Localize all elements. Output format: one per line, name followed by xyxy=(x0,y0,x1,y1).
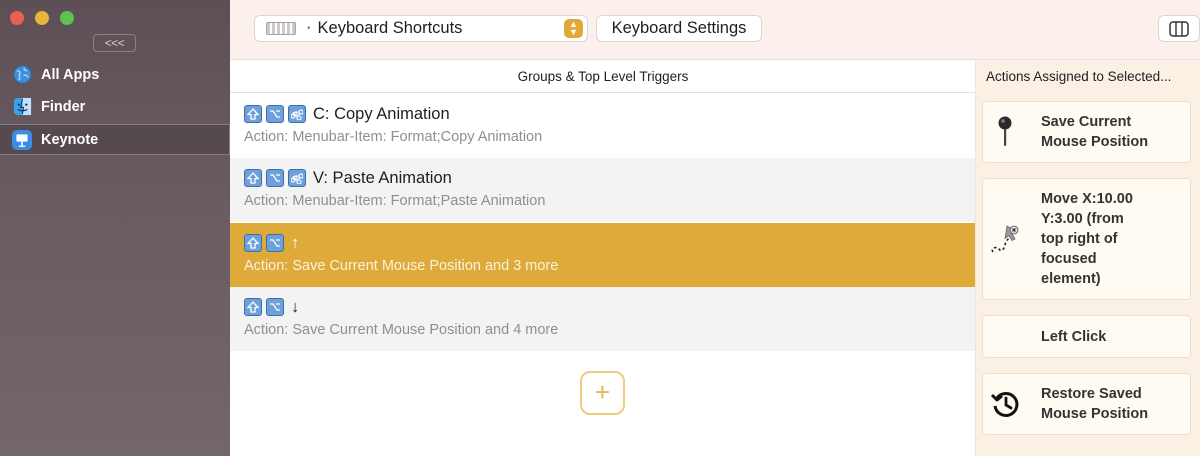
shift-key-icon xyxy=(244,298,262,316)
trigger-row-selected[interactable]: ↑ Action: Save Current Mouse Position an… xyxy=(230,223,976,287)
sidebar-item-label: Keynote xyxy=(41,131,99,148)
trigger-type-popup[interactable]: • Keyboard Shortcuts ▲ ▼ xyxy=(254,15,588,42)
collapse-sidebar-button[interactable]: <<< xyxy=(93,34,136,52)
history-icon xyxy=(983,389,1027,419)
actions-panel: Actions Assigned to Selected... Save Cur… xyxy=(975,61,1200,456)
trigger-title: ↑ xyxy=(291,233,300,252)
action-label: Left Click xyxy=(1041,328,1107,345)
trigger-action-summary: Action: Save Current Mouse Position and … xyxy=(244,322,559,338)
trigger-row[interactable]: V: Paste Animation Action: Menubar-Item:… xyxy=(230,158,976,222)
zoom-window-button[interactable] xyxy=(60,11,74,25)
sidebar-toggle-icon xyxy=(1169,20,1189,37)
trigger-type-label: Keyboard Shortcuts xyxy=(317,19,463,37)
actions-column-header: Actions Assigned to Selected... xyxy=(986,69,1172,84)
toolbar: • Keyboard Shortcuts ▲ ▼ Keyboard Setting… xyxy=(230,0,1200,60)
triggers-list: Groups & Top Level Triggers C: Copy Anim… xyxy=(230,61,988,456)
action-card[interactable]: Save Current Mouse Position xyxy=(982,101,1191,163)
sidebar-item-keynote[interactable]: Keynote xyxy=(0,124,230,155)
pin-icon xyxy=(983,115,1027,149)
trigger-action-summary: Action: Menubar-Item: Format;Copy Animat… xyxy=(244,129,543,145)
sidebar-item-label: Finder xyxy=(41,98,86,115)
action-card[interactable]: Left Click xyxy=(982,315,1191,358)
shift-key-icon xyxy=(244,105,262,123)
action-card[interactable]: Move X:10.00 Y:3.00 (from top right of f… xyxy=(982,178,1191,300)
command-key-icon xyxy=(288,105,306,123)
action-card[interactable]: Restore Saved Mouse Position xyxy=(982,373,1191,435)
trigger-action-summary: Action: Menubar-Item: Format;Paste Anima… xyxy=(244,193,546,209)
sidebar-item-all-apps[interactable]: All Apps xyxy=(0,59,230,90)
action-label: Restore Saved Mouse Position xyxy=(1041,386,1149,422)
option-key-icon xyxy=(266,169,284,187)
keyboard-settings-button[interactable]: Keyboard Settings xyxy=(596,15,762,42)
globe-icon xyxy=(12,65,32,85)
chevron-up-down-icon: ▲ ▼ xyxy=(564,19,583,38)
keynote-icon xyxy=(12,129,32,150)
option-key-icon xyxy=(266,105,284,123)
keyboard-icon xyxy=(266,22,296,35)
close-window-button[interactable] xyxy=(10,11,24,25)
trigger-title: V: Paste Animation xyxy=(313,168,452,187)
trigger-row[interactable]: ↓ Action: Save Current Mouse Position an… xyxy=(230,287,976,351)
trigger-title: ↓ xyxy=(291,297,300,316)
option-key-icon xyxy=(266,234,284,252)
action-label: Move X:10.00 Y:3.00 (from top right of f… xyxy=(1041,191,1133,287)
option-key-icon xyxy=(266,298,284,316)
trigger-row[interactable]: C: Copy Animation Action: Menubar-Item: … xyxy=(230,94,976,158)
mouse-path-icon xyxy=(983,222,1027,256)
triggers-column-header: Groups & Top Level Triggers xyxy=(230,61,976,93)
trigger-action-summary: Action: Save Current Mouse Position and … xyxy=(244,258,559,274)
finder-icon xyxy=(12,97,32,117)
sidebar-item-finder[interactable]: Finder xyxy=(0,91,230,122)
sidebar-toggle-button[interactable] xyxy=(1158,15,1200,42)
shift-key-icon xyxy=(244,234,262,252)
minimize-window-button[interactable] xyxy=(35,11,49,25)
sidebar: <<< All Apps Finder Keynote xyxy=(0,0,230,456)
sidebar-item-label: All Apps xyxy=(41,66,100,83)
add-trigger-button[interactable]: + xyxy=(580,371,625,415)
command-key-icon xyxy=(288,169,306,187)
shift-key-icon xyxy=(244,169,262,187)
action-label: Save Current Mouse Position xyxy=(1041,114,1149,150)
separator-dot: • xyxy=(307,23,311,34)
trigger-title: C: Copy Animation xyxy=(313,104,450,123)
